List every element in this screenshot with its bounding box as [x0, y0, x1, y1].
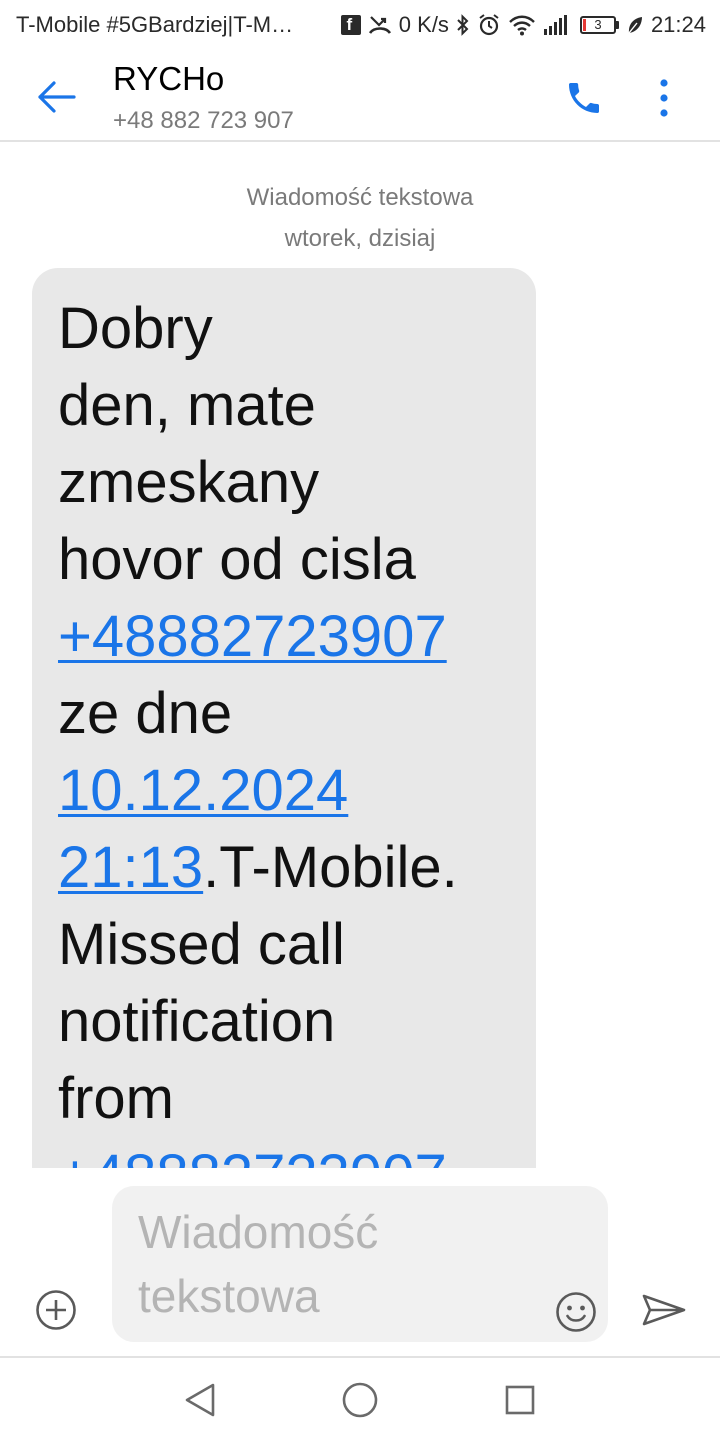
status-icons: f 0 K/s 3 21:24 — [340, 12, 706, 38]
eco-leaf-icon — [626, 13, 644, 37]
battery-icon: 3 — [579, 16, 619, 34]
attach-button[interactable] — [34, 1288, 78, 1332]
conversation-header: RYCHo +48 882 723 907 — [0, 50, 720, 142]
phone-icon — [569, 83, 599, 113]
battery-percent: 3 — [594, 17, 602, 32]
back-button[interactable] — [30, 72, 82, 122]
clock: 21:24 — [650, 12, 706, 37]
status-bar: T-Mobile #5GBardziej|T-M… f 0 K/s 3 21:2… — [0, 0, 720, 50]
message-line: notification — [58, 989, 336, 1054]
message-input[interactable]: Wiadomość tekstowa — [112, 1186, 608, 1342]
facebook-icon: f — [340, 15, 361, 35]
message-meta: Wiadomość tekstowa wtorek, dzisiaj — [0, 177, 720, 259]
smiley-icon — [556, 1292, 596, 1332]
phone-number-link[interactable]: +48882723907 — [58, 1143, 447, 1168]
bluetooth-icon — [456, 13, 470, 37]
square-recents-icon — [505, 1385, 535, 1415]
message-line: Missed call — [58, 912, 345, 977]
phone-number-link[interactable]: +48882723907 — [58, 604, 447, 669]
more-options-button[interactable] — [642, 72, 686, 124]
call-button[interactable] — [558, 72, 610, 124]
message-line: den, mate — [58, 373, 316, 438]
send-button[interactable] — [638, 1288, 690, 1332]
message-line: hovor od cisla — [58, 527, 416, 592]
nav-back-button[interactable] — [178, 1378, 222, 1422]
message-date-label: wtorek, dzisiaj — [284, 225, 436, 252]
message-bubble[interactable]: Dobry den, mate zmeskany hovor od cisla … — [32, 268, 536, 1168]
message-type-label: Wiadomość tekstowa — [246, 184, 474, 211]
more-vertical-icon — [660, 79, 668, 117]
navigation-bar — [0, 1360, 720, 1440]
time-link[interactable]: 21:13 — [58, 835, 203, 900]
alarm-icon — [477, 13, 501, 37]
triangle-back-icon — [185, 1383, 215, 1417]
message-text: Dobry den, mate zmeskany hovor od cisla … — [58, 290, 520, 1168]
date-link[interactable]: 10.12.2024 — [58, 758, 348, 823]
arrow-left-icon — [38, 81, 76, 113]
conversation-view[interactable]: Wiadomość tekstowa wtorek, dzisiaj Dobry… — [0, 144, 720, 1168]
carrier-label: T-Mobile #5GBardziej|T-M… — [16, 12, 294, 37]
wifi-icon — [508, 13, 536, 37]
contact-number: +48 882 723 907 — [113, 107, 294, 134]
circle-home-icon — [342, 1382, 378, 1418]
message-composer: Wiadomość tekstowa — [0, 1168, 720, 1358]
emoji-button[interactable] — [554, 1290, 598, 1334]
plus-circle-icon — [36, 1290, 76, 1330]
message-line: zmeskany — [58, 450, 320, 515]
nav-home-button[interactable] — [338, 1378, 382, 1422]
message-line: from — [58, 1066, 174, 1131]
message-line: Dobry — [58, 296, 213, 361]
send-icon — [642, 1294, 686, 1326]
signal-icon — [543, 13, 573, 37]
network-speed: 0 K/s — [398, 12, 449, 37]
message-input-placeholder: Wiadomość tekstowa — [138, 1206, 379, 1322]
message-line: ze dne — [58, 681, 233, 746]
nav-recents-button[interactable] — [498, 1378, 542, 1422]
message-line: .T-Mobile. — [203, 835, 458, 900]
missed-call-icon — [368, 13, 392, 37]
contact-name: RYCHo — [113, 60, 225, 97]
